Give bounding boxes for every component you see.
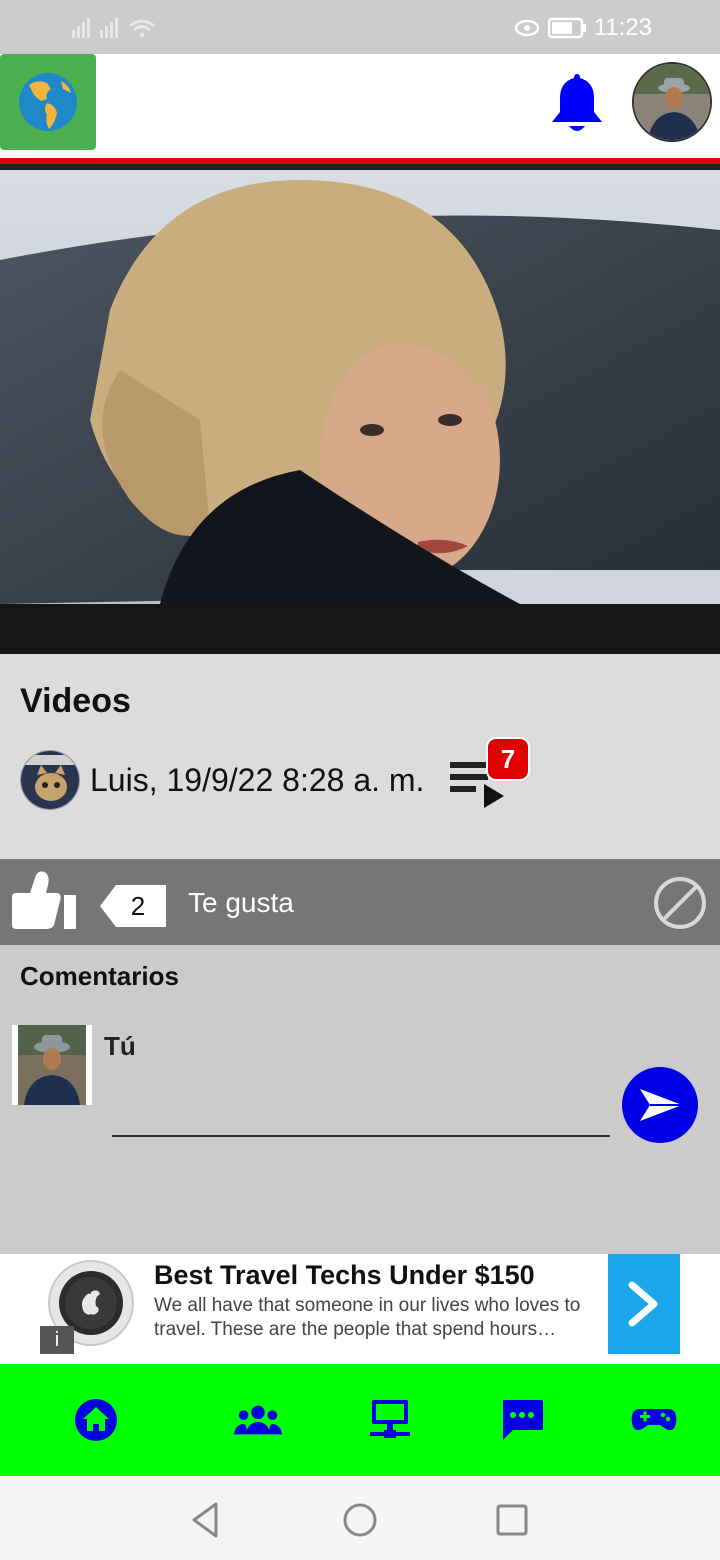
bell-icon	[552, 74, 602, 131]
comments-title: Comentarios	[20, 961, 179, 991]
like-button[interactable]	[8, 869, 78, 936]
post-info: Videos Luis, 19/9/22 8:28 a. m. 7	[0, 654, 720, 859]
globe-button[interactable]	[0, 54, 96, 150]
author-and-date: Luis, 19/9/22 8:28 a. m.	[90, 762, 425, 798]
system-navigation	[0, 1476, 720, 1560]
like-label[interactable]: Te gusta	[188, 887, 294, 919]
signal-icons	[70, 14, 160, 40]
author-avatar[interactable]	[20, 750, 80, 810]
home-circle-icon[interactable]	[340, 1500, 380, 1540]
ad-open-button[interactable]	[608, 1254, 680, 1354]
like-count: 2	[130, 891, 146, 921]
block-button[interactable]	[652, 875, 708, 936]
people-icon	[234, 1405, 282, 1435]
thumbs-up-icon	[12, 871, 76, 929]
ad-banner[interactable]: i Best Travel Techs Under $150 We all ha…	[0, 1254, 720, 1364]
back-icon[interactable]	[186, 1500, 226, 1540]
chevron-right-icon	[628, 1281, 658, 1327]
send-icon	[640, 1089, 682, 1121]
current-user-name: Tú	[104, 1031, 136, 1061]
recents-icon[interactable]	[492, 1500, 532, 1540]
eye-comfort-icon	[514, 16, 540, 43]
app-bar	[0, 54, 720, 158]
playlist-count-badge: 7	[486, 737, 530, 781]
chat-icon	[503, 1400, 543, 1440]
ad-description: We all have that someone in our lives wh…	[154, 1295, 581, 1340]
home-icon	[75, 1399, 117, 1441]
globe-americas-icon	[19, 73, 77, 131]
profile-avatar-button[interactable]	[632, 62, 712, 142]
nav-home[interactable]	[72, 1398, 120, 1442]
avatar	[634, 64, 710, 140]
video-frame	[0, 170, 720, 654]
desktop-network-icon	[370, 1400, 410, 1438]
nav-games[interactable]	[630, 1398, 678, 1442]
comments-section: Comentarios Tú	[0, 945, 720, 1254]
status-bar: 11:23	[0, 0, 720, 54]
clock: 11:23	[593, 14, 652, 41]
nav-friends[interactable]	[234, 1398, 282, 1442]
video-player[interactable]	[0, 170, 720, 654]
avatar	[21, 751, 79, 809]
like-bar: 2 Te gusta	[0, 859, 720, 945]
bottom-navigation	[0, 1364, 720, 1476]
send-comment-button[interactable]	[622, 1067, 698, 1143]
ad-info-icon[interactable]: i	[40, 1326, 74, 1354]
signal-icon	[72, 18, 155, 38]
comment-input[interactable]	[112, 1095, 610, 1137]
ad-title[interactable]: Best Travel Techs Under $150	[154, 1260, 535, 1291]
nav-network[interactable]	[366, 1398, 414, 1442]
gamepad-icon	[631, 1409, 677, 1431]
block-icon	[654, 877, 706, 929]
current-user-avatar	[12, 1025, 92, 1105]
notifications-button[interactable]	[546, 70, 608, 136]
avatar	[18, 1025, 86, 1105]
nav-messages[interactable]	[498, 1398, 546, 1442]
section-title: Videos	[20, 682, 131, 720]
battery-icon	[547, 17, 588, 44]
